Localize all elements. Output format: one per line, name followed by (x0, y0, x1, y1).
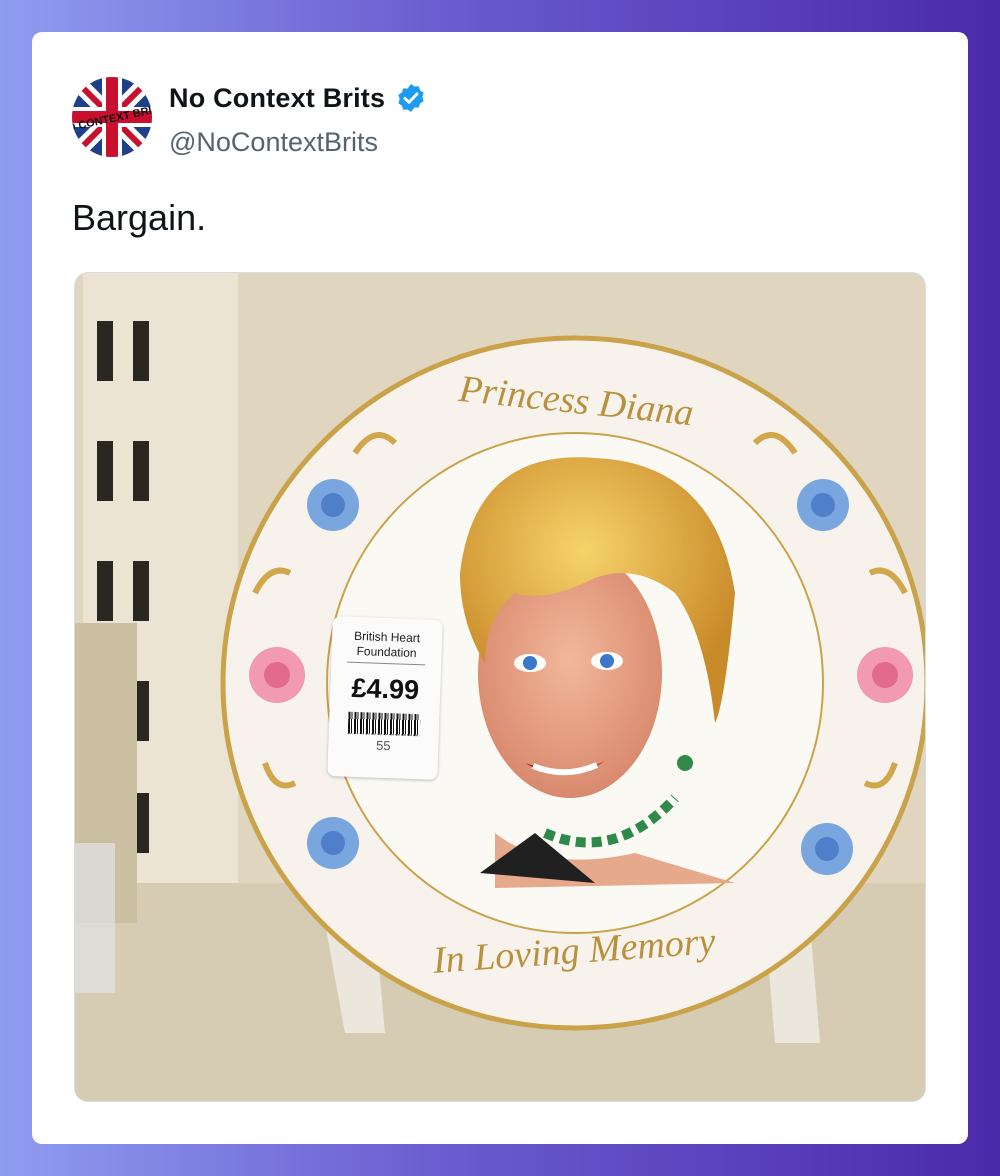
avatar[interactable]: NO CONTEXT BRITS (72, 77, 152, 157)
price-tag-org-line2: Foundation (356, 643, 417, 661)
tweet-photo[interactable]: Princess Diana In Loving Memory British … (74, 272, 926, 1102)
barcode-icon (347, 711, 421, 737)
tweet-text: Bargain. (72, 197, 207, 238)
user-handle[interactable]: @NoContextBrits (169, 127, 378, 158)
display-name[interactable]: No Context Brits (169, 83, 385, 114)
price-tag-code: 55 (375, 737, 391, 754)
price-tag-price: £4.99 (351, 672, 420, 706)
plate-photo-image: Princess Diana In Loving Memory (75, 273, 925, 1101)
union-jack-avatar-image: NO CONTEXT BRITS (72, 77, 152, 157)
price-tag-divider (347, 661, 426, 666)
price-tag: British Heart Foundation £4.99 55 (327, 616, 443, 780)
verified-badge-icon (398, 84, 424, 112)
author-name-row: No Context Brits (169, 82, 427, 114)
tweet-card: NO CONTEXT BRITS No Context Brits @NoCon… (32, 32, 968, 1144)
